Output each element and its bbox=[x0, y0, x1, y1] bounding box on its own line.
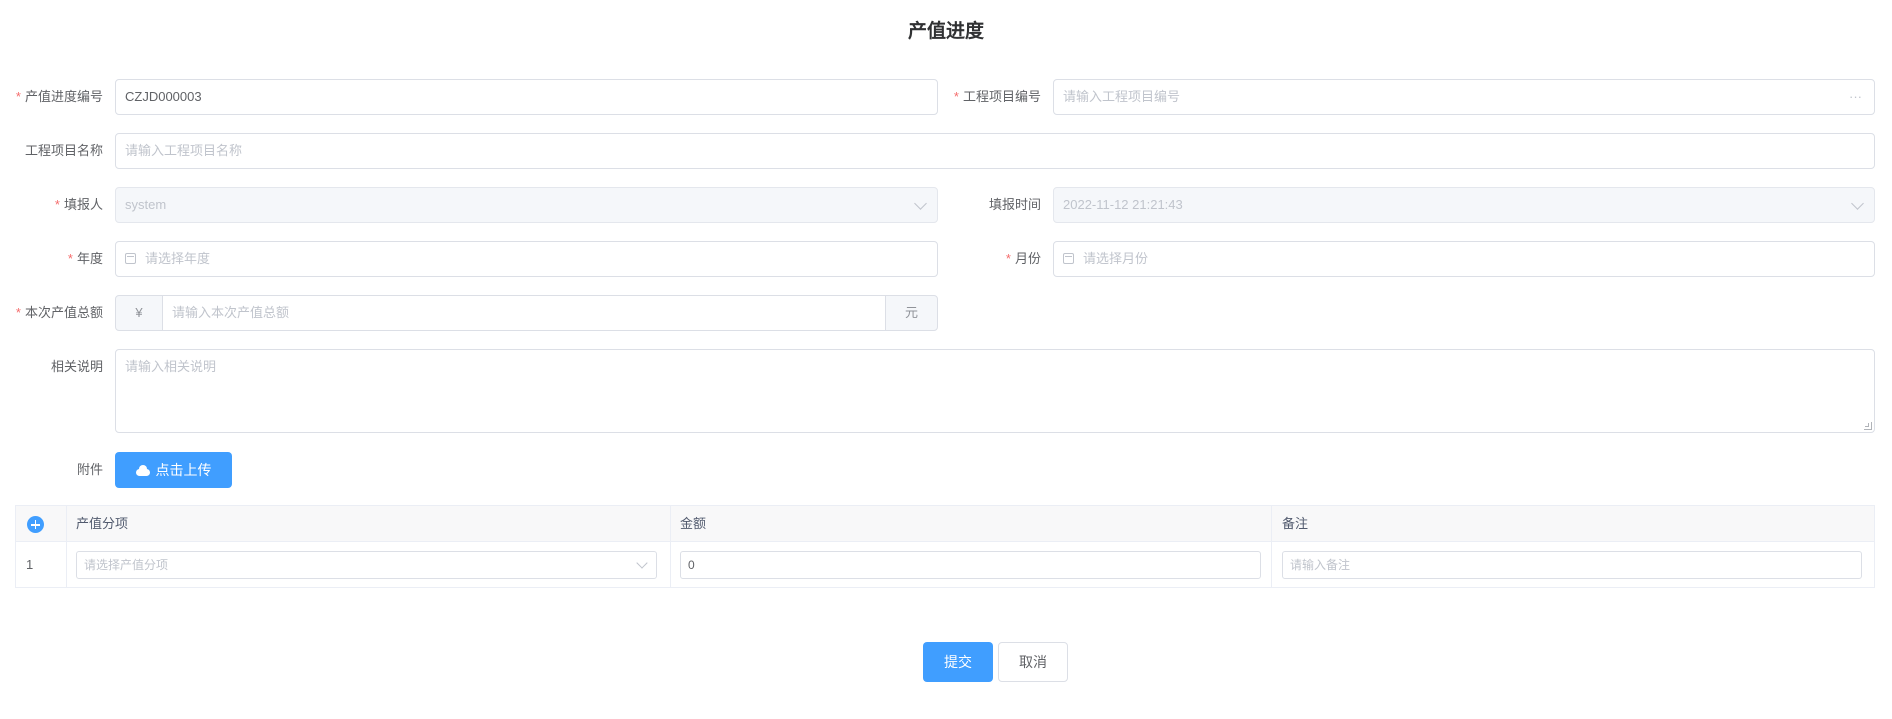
chevron-down-icon bbox=[636, 557, 648, 569]
month-picker[interactable]: 请选择月份 bbox=[1053, 241, 1875, 277]
page-title: 产值进度 bbox=[907, 21, 984, 42]
report-time-select: 2022-11-12 21:21:43 bbox=[1053, 187, 1875, 223]
project-code-label: * 工程项目编号 bbox=[953, 89, 1041, 104]
remark-input[interactable]: 请输入备注 bbox=[1282, 551, 1862, 579]
header-remark: 备注 bbox=[1282, 516, 1309, 531]
reporter-label: * 填报人 bbox=[54, 197, 103, 212]
description-label: 相关说明 bbox=[50, 359, 103, 374]
table-header bbox=[16, 506, 1874, 542]
project-code-input[interactable]: 请输入工程项目编号 ··· bbox=[1053, 79, 1875, 115]
cancel-button[interactable]: 取消 bbox=[998, 642, 1068, 682]
unit-suffix: 元 bbox=[885, 295, 938, 331]
code-input[interactable]: CZJD000003 bbox=[115, 79, 938, 115]
chevron-down-icon bbox=[1851, 197, 1864, 210]
submit-button[interactable]: 提交 bbox=[923, 642, 993, 682]
total-label: * 本次产值总额 bbox=[15, 305, 103, 320]
reporter-select: system bbox=[115, 187, 938, 223]
month-label: * 月份 bbox=[1005, 251, 1041, 266]
year-label: * 年度 bbox=[67, 251, 103, 266]
more-icon[interactable]: ··· bbox=[1849, 80, 1862, 114]
add-row-icon[interactable] bbox=[27, 516, 44, 533]
attachment-label: 附件 bbox=[76, 462, 103, 477]
calendar-icon bbox=[1063, 253, 1074, 264]
cloud-upload-icon bbox=[135, 465, 150, 476]
project-name-label: 工程项目名称 bbox=[24, 143, 103, 158]
calendar-icon bbox=[125, 253, 136, 264]
header-amount: 金额 bbox=[680, 516, 707, 531]
code-label: * 产值进度编号 bbox=[15, 89, 103, 104]
total-input[interactable]: 请输入本次产值总额 bbox=[162, 295, 886, 331]
currency-prefix: ¥ bbox=[115, 295, 163, 331]
items-table: 产值分项 金额 备注 1 请选择产值分项 0 请输入备注 bbox=[15, 505, 1875, 588]
chevron-down-icon bbox=[914, 197, 927, 210]
resize-handle-icon[interactable] bbox=[1864, 422, 1872, 430]
item-select[interactable]: 请选择产值分项 bbox=[76, 551, 657, 579]
year-picker[interactable]: 请选择年度 bbox=[115, 241, 938, 277]
amount-input[interactable]: 0 bbox=[680, 551, 1261, 579]
row-index: 1 bbox=[26, 557, 34, 572]
upload-button[interactable]: 点击上传 bbox=[115, 452, 232, 488]
header-item: 产值分项 bbox=[76, 516, 129, 531]
description-textarea[interactable]: 请输入相关说明 bbox=[115, 349, 1875, 433]
report-time-label: 填报时间 bbox=[988, 197, 1041, 212]
project-name-input[interactable]: 请输入工程项目名称 bbox=[115, 133, 1875, 169]
